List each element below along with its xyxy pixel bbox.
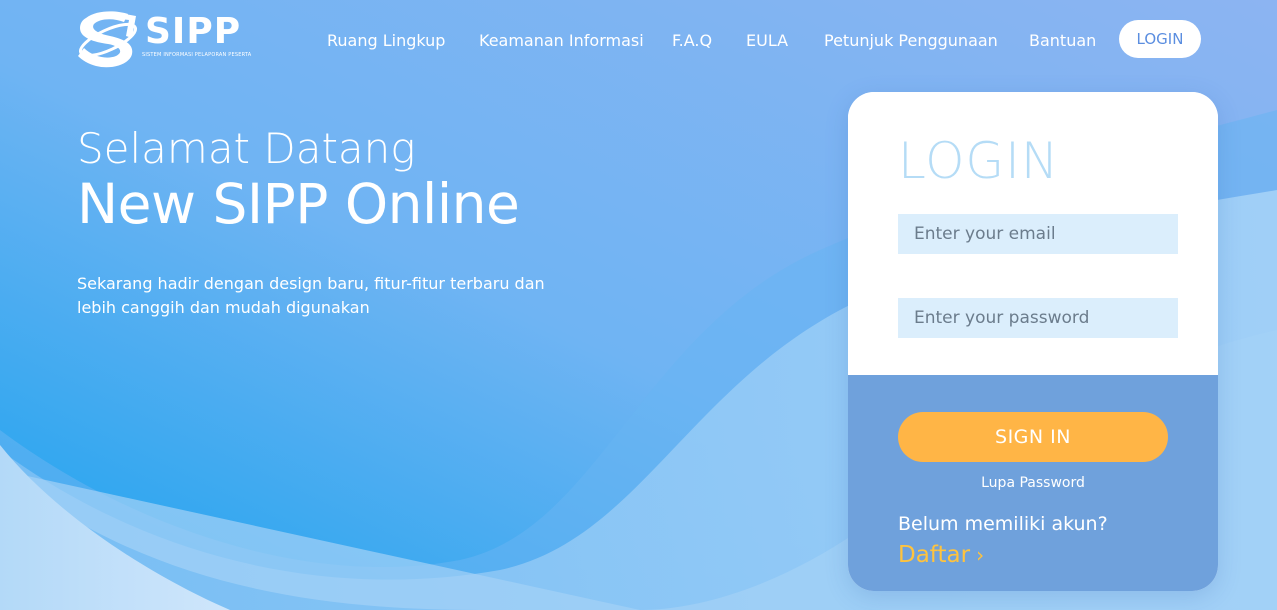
nav-item-eula[interactable]: EULA [746, 31, 788, 50]
nav-item-ruang-lingkup[interactable]: Ruang Lingkup [327, 31, 445, 50]
nav-item-bantuan[interactable]: Bantuan [1029, 31, 1096, 50]
login-card: LOGIN SIGN IN Lupa Password Belum memili… [848, 92, 1218, 591]
login-heading: LOGIN [898, 132, 1060, 190]
brand-tagline: SISTEM INFORMASI PELAPORAN PESERTA [142, 52, 252, 58]
brand-name: SIPP [145, 11, 242, 52]
password-input[interactable] [898, 298, 1178, 338]
hero-description: Sekarang hadir dengan design baru, fitur… [77, 274, 545, 317]
sipp-logo-icon [78, 11, 138, 68]
nav-item-faq[interactable]: F.A.Q [672, 31, 712, 50]
nav-item-keamanan-informasi[interactable]: Keamanan Informasi [479, 31, 644, 50]
sign-in-button[interactable]: SIGN IN [898, 412, 1168, 462]
register-link[interactable]: Daftar › [898, 542, 984, 568]
email-input[interactable] [898, 214, 1178, 254]
header-login-button[interactable]: LOGIN [1119, 20, 1201, 58]
hero-title: New SIPP Online [77, 172, 520, 236]
forgot-password-link[interactable]: Lupa Password [848, 475, 1218, 491]
nav-item-petunjuk-penggunaan[interactable]: Petunjuk Penggunaan [824, 31, 998, 50]
hero-greeting: Selamat Datang [77, 124, 416, 173]
no-account-text: Belum memiliki akun? [898, 513, 1108, 535]
chevron-right-icon: › [976, 543, 985, 567]
register-link-label: Daftar [898, 542, 971, 568]
